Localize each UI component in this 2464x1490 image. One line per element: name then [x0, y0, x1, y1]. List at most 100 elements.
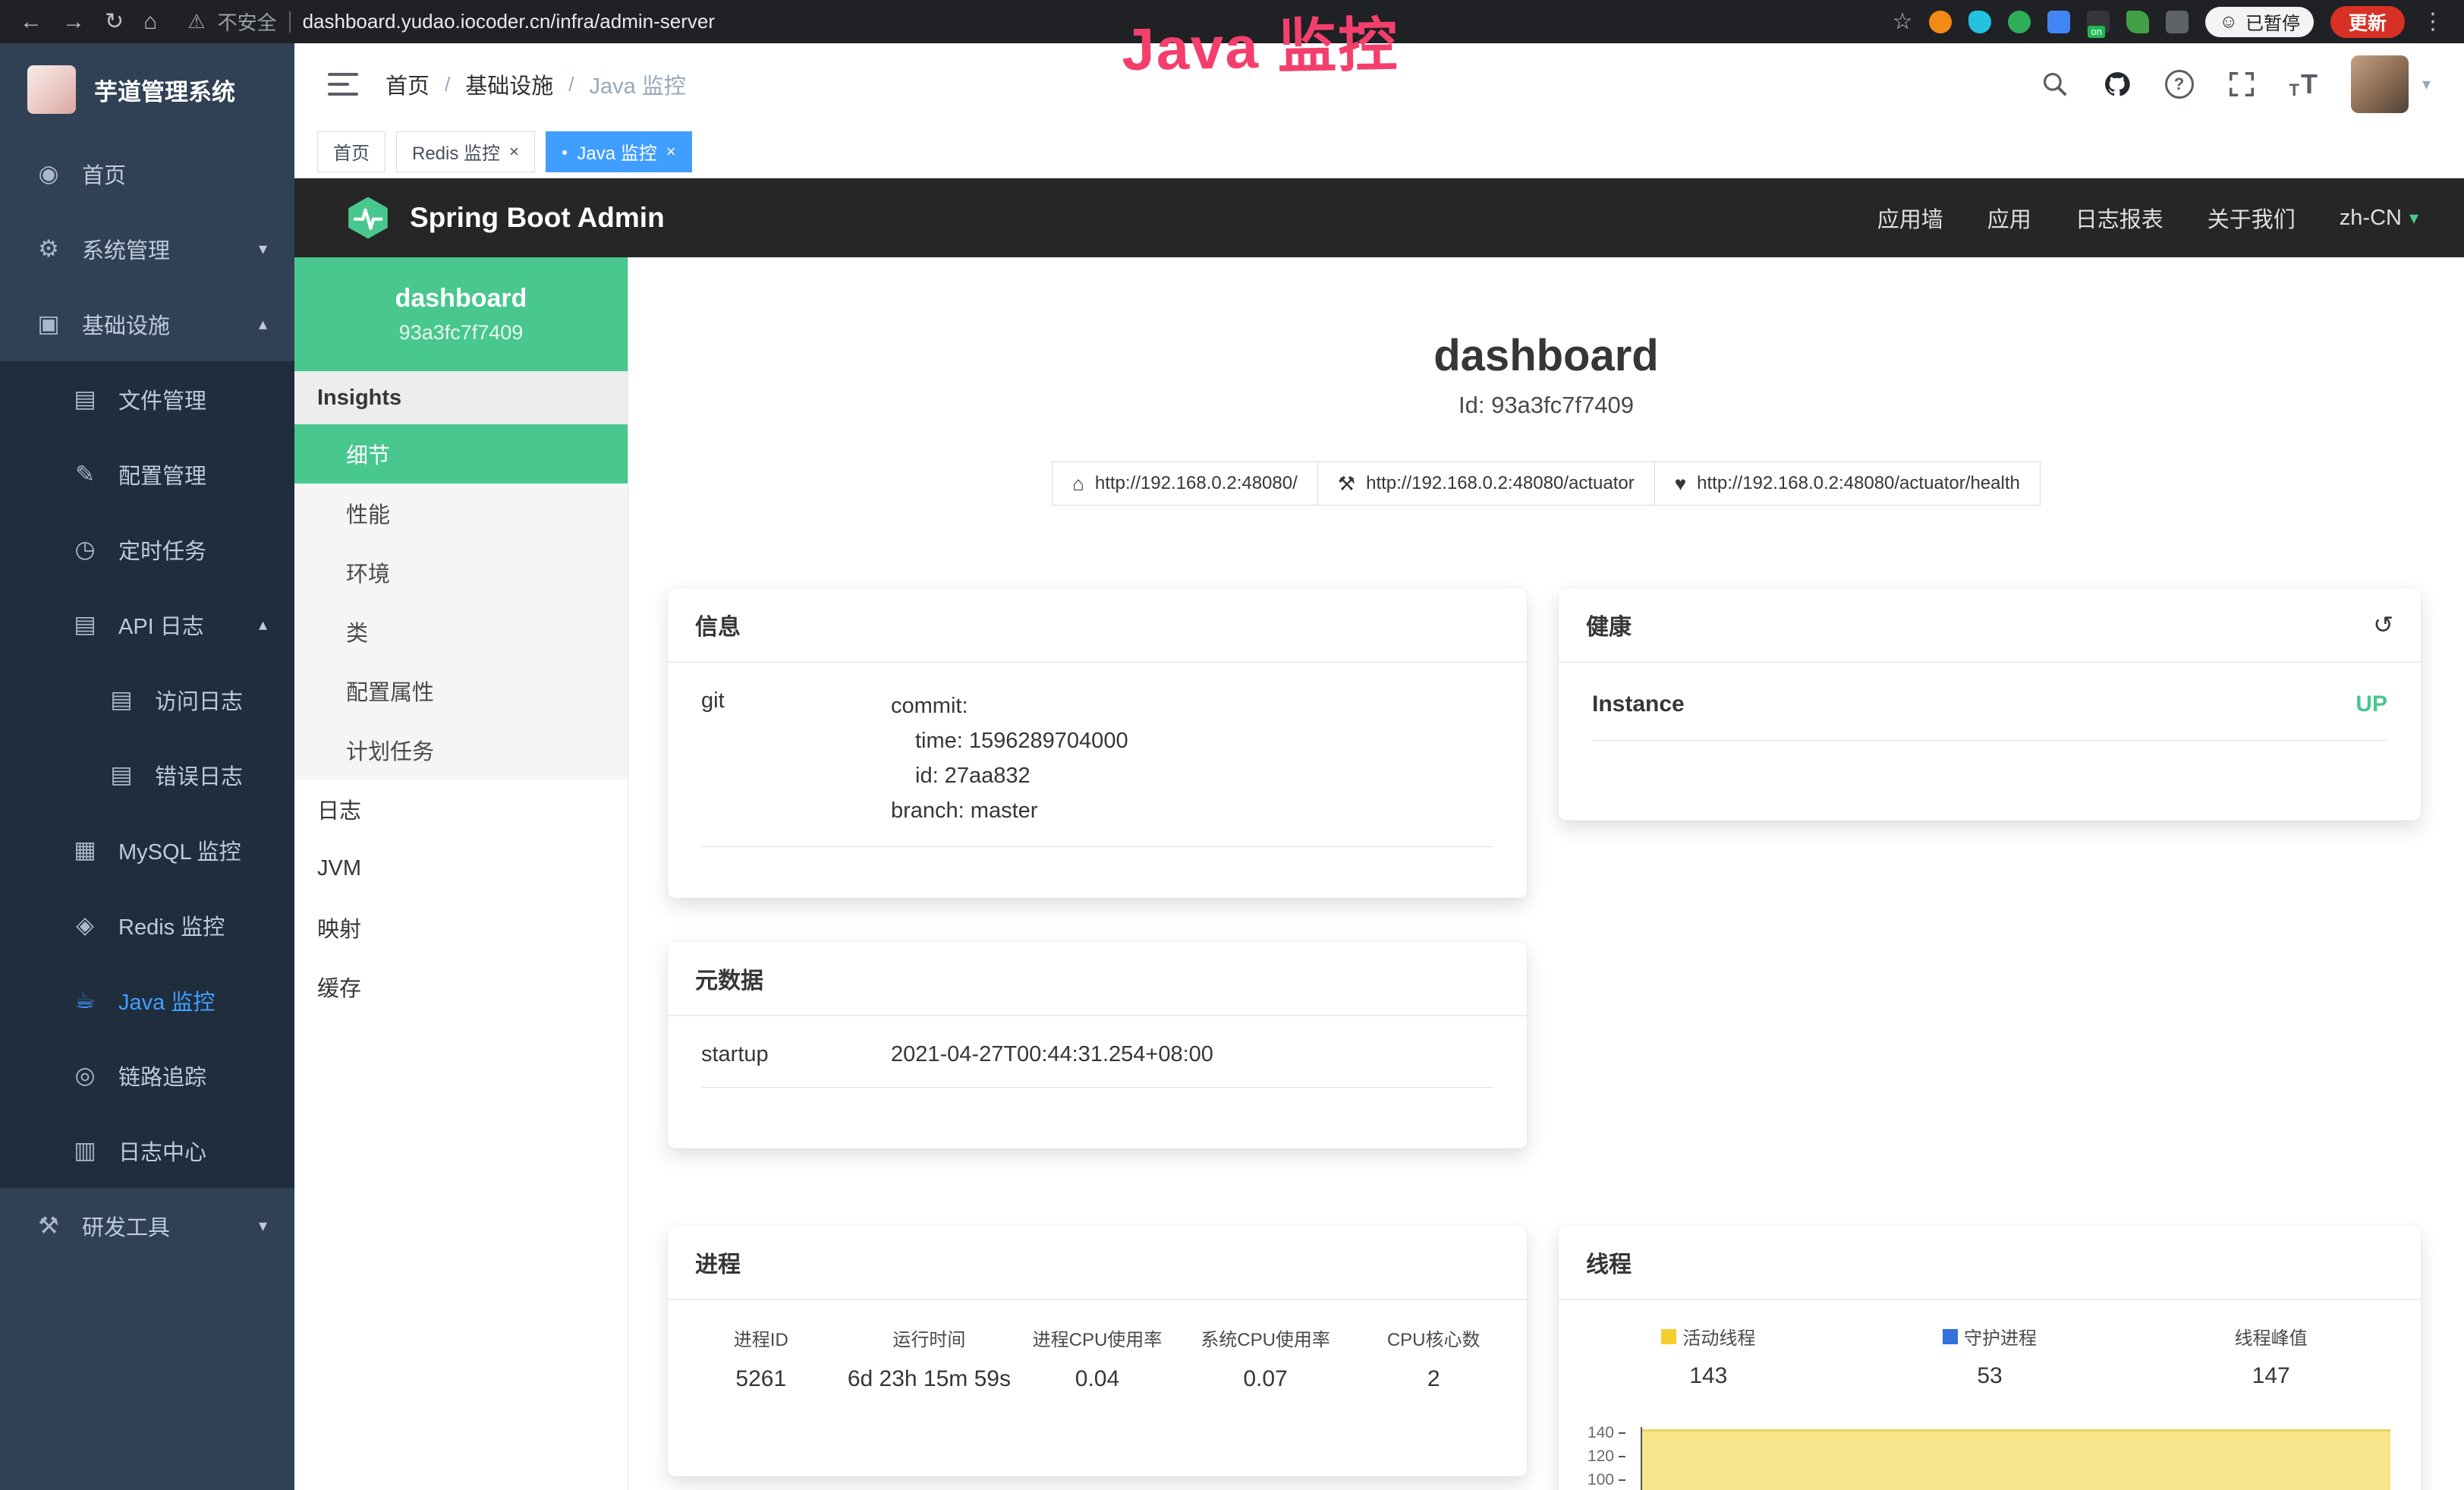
- security-label: 不安全: [218, 8, 277, 36]
- help-icon[interactable]: ?: [2165, 70, 2194, 99]
- sba-side-item-classes[interactable]: 类: [294, 602, 628, 661]
- sba-side-item-metrics[interactable]: 性能: [294, 484, 628, 543]
- sidebar-item-error-log[interactable]: ▤ 错误日志: [0, 737, 294, 812]
- forward-icon[interactable]: →: [62, 11, 85, 33]
- tag-tabs-bar: 首页 Redis 监控 × ● Java 监控 ×: [294, 125, 2464, 178]
- browser-menu-icon[interactable]: ⋮: [2422, 11, 2444, 33]
- tab-redis-monitor[interactable]: Redis 监控 ×: [396, 131, 535, 172]
- sba-logo: [345, 194, 392, 241]
- info-card: 信息 git commit: time: 1596289704000 id: 2…: [668, 588, 1527, 898]
- breadcrumb-item-home[interactable]: 首页: [385, 68, 430, 100]
- sba-nav-about[interactable]: 关于我们: [2208, 202, 2296, 234]
- sba-brand-title[interactable]: Spring Boot Admin: [410, 202, 665, 234]
- sidebar-item-file-manage[interactable]: ▤ 文件管理: [0, 361, 294, 436]
- timer-icon: ◷: [70, 536, 100, 563]
- git-commit-time: time: 1596289704000: [891, 723, 1128, 758]
- update-button[interactable]: 更新: [2330, 6, 2405, 38]
- browser-home-icon[interactable]: ⌂: [143, 11, 157, 33]
- github-icon[interactable]: [2103, 70, 2132, 99]
- sba-main: dashboard Id: 93a3fc7f7409 ⌂ http://192.…: [628, 257, 2464, 1490]
- extension-icon-5[interactable]: on: [2087, 11, 2110, 33]
- sba-side-item-config-props[interactable]: 配置属性: [294, 661, 628, 720]
- stat-process-cpu: 进程CPU使用率 0.04: [1013, 1325, 1182, 1392]
- paused-badge[interactable]: ☺ 已暂停: [2205, 7, 2314, 37]
- extension-icon-4[interactable]: [2047, 11, 2070, 33]
- font-size-icon[interactable]: T T: [2289, 68, 2318, 100]
- extension-on-badge: on: [2088, 26, 2104, 38]
- card-title: 信息: [695, 608, 741, 641]
- sba-language-select[interactable]: zh-CN ▾: [2340, 206, 2418, 231]
- sidebar-item-redis-monitor[interactable]: ◈ Redis 监控: [0, 887, 294, 962]
- java-icon: ☕: [70, 987, 100, 1014]
- extension-icon-3[interactable]: [2008, 11, 2031, 33]
- refresh-icon[interactable]: ↻: [105, 11, 124, 33]
- git-commit-label: commit:: [891, 688, 1128, 723]
- extension-icon-1[interactable]: [1929, 11, 1952, 33]
- sba-nav-applications[interactable]: 应用: [1987, 202, 2031, 234]
- edit-icon: ✎: [70, 461, 100, 488]
- sidebar-item-log-center[interactable]: ▥ 日志中心: [0, 1113, 294, 1188]
- stat-daemon-threads: 守护进程 53: [1849, 1323, 2131, 1389]
- actuator-url-link[interactable]: ⚒ http://192.168.0.2:48080/actuator: [1317, 461, 1655, 506]
- error-log-icon: ▤: [106, 761, 137, 789]
- sidebar-item-system[interactable]: ⚙ 系统管理 ▾: [0, 211, 294, 286]
- trace-icon: ◎: [70, 1062, 100, 1089]
- stat-label: 进程CPU使用率: [1013, 1325, 1182, 1351]
- sidebar-item-label: 配置管理: [118, 458, 206, 490]
- heartbeat-icon: ♥: [1675, 472, 1686, 496]
- stat-value: 5261: [677, 1366, 845, 1392]
- sba-side-item-mappings[interactable]: 映射: [294, 898, 628, 957]
- threads-stats: 活动线程 143 守护进程 53 线程峰值 147: [1559, 1300, 2421, 1394]
- tab-home[interactable]: 首页: [317, 131, 385, 172]
- link-label: http://192.168.0.2:48080/: [1095, 473, 1298, 494]
- tab-java-monitor[interactable]: ● Java 监控 ×: [546, 131, 692, 172]
- health-url-link[interactable]: ♥ http://192.168.0.2:48080/actuator/heal…: [1654, 461, 2041, 506]
- bookmark-star-icon[interactable]: ☆: [1893, 11, 1913, 33]
- close-icon[interactable]: ×: [509, 142, 519, 162]
- sidebar-item-infrastructure[interactable]: ▣ 基础设施 ▴: [0, 286, 294, 361]
- sba-instance-header[interactable]: dashboard 93a3fc7f7409: [294, 257, 628, 371]
- sidebar-item-scheduled-jobs[interactable]: ◷ 定时任务: [0, 512, 294, 587]
- sidebar-item-mysql-monitor[interactable]: ▦ MySQL 监控: [0, 812, 294, 887]
- stat-cpu-cores: CPU核心数 2: [1349, 1325, 1518, 1392]
- sidebar-toggle-icon[interactable]: [328, 73, 358, 96]
- sba-nav-journal[interactable]: 日志报表: [2075, 202, 2163, 234]
- sidebar-item-tracing[interactable]: ◎ 链路追踪: [0, 1038, 294, 1113]
- sidebar-item-api-log[interactable]: ▤ API 日志 ▴: [0, 587, 294, 662]
- close-icon[interactable]: ×: [666, 142, 676, 162]
- sidebar-item-config-manage[interactable]: ✎ 配置管理: [0, 436, 294, 512]
- info-key: git: [701, 688, 891, 828]
- sidebar-item-java-monitor[interactable]: ☕ Java 监控: [0, 962, 294, 1038]
- user-avatar[interactable]: [2351, 55, 2409, 113]
- sba-side-item-environment[interactable]: 环境: [294, 543, 628, 602]
- avatar-caret-icon[interactable]: ▾: [2422, 74, 2431, 94]
- breadcrumb-separator: [445, 72, 450, 97]
- sidebar-item-label: 定时任务: [118, 534, 206, 565]
- extension-icon-2[interactable]: [1968, 11, 1991, 33]
- extension-puzzle-icon[interactable]: [2166, 11, 2189, 33]
- sidebar-item-access-log[interactable]: ▤ 访问日志: [0, 662, 294, 737]
- history-icon[interactable]: ↺: [2373, 610, 2393, 639]
- sidebar-item-devtools[interactable]: ⚒ 研发工具 ▾: [0, 1188, 294, 1263]
- back-icon[interactable]: ←: [20, 11, 42, 33]
- health-instance-row[interactable]: Instance UP: [1592, 691, 2387, 741]
- sba-side-item-scheduled-tasks[interactable]: 计划任务: [294, 720, 628, 780]
- stat-label: CPU核心数: [1349, 1325, 1518, 1351]
- address-bar[interactable]: ⚠ 不安全 dashboard.yudao.iocoder.cn/infra/a…: [187, 8, 715, 36]
- sidebar-item-home[interactable]: ◉ 首页: [0, 136, 294, 211]
- sba-side-item-caches[interactable]: 缓存: [294, 957, 628, 1016]
- sba-side-item-logs[interactable]: 日志: [294, 780, 628, 839]
- instance-name: dashboard: [395, 284, 527, 313]
- extension-icon-6[interactable]: [2126, 11, 2149, 33]
- search-icon[interactable]: [2041, 70, 2069, 99]
- sba-nav-wallboard[interactable]: 应用墙: [1877, 202, 1943, 234]
- sba-side-item-details[interactable]: 细节: [294, 424, 628, 484]
- fullscreen-icon[interactable]: [2227, 70, 2256, 99]
- service-url-link[interactable]: ⌂ http://192.168.0.2:48080/: [1052, 461, 1318, 506]
- sba-side-item-jvm[interactable]: JVM: [294, 839, 628, 898]
- sba-sidebar: dashboard 93a3fc7f7409 Insights 细节 性能 环境…: [294, 257, 628, 1490]
- stat-label: 进程ID: [677, 1325, 845, 1351]
- app-logo-row[interactable]: 芋道管理系统: [0, 43, 294, 136]
- insights-section-label: Insights: [294, 371, 628, 424]
- breadcrumb-item-infrastructure[interactable]: 基础设施: [465, 68, 553, 100]
